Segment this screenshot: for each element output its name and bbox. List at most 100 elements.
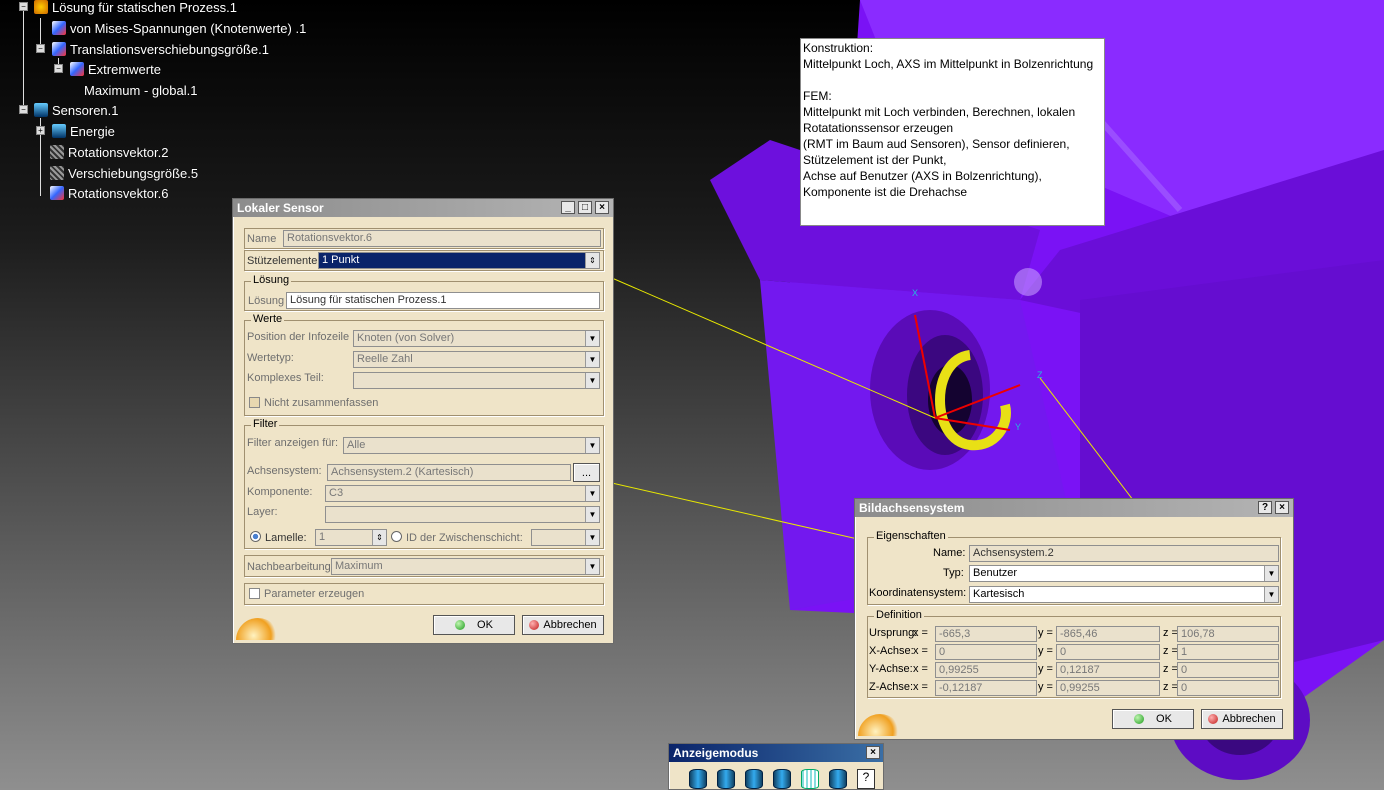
image-icon (52, 21, 66, 35)
tree-item-maximum[interactable]: Maximum - global.1 (84, 81, 197, 99)
axis-system-button[interactable]: ... (573, 463, 600, 482)
z-value-field[interactable]: 0 (1177, 662, 1279, 678)
z-label: z = (1163, 663, 1178, 675)
wireframe-icon[interactable] (801, 769, 819, 789)
annotation-note: Konstruktion: Mittelpunkt Loch, AXS im M… (800, 38, 1105, 226)
no-combine-checkbox[interactable] (249, 397, 260, 408)
layer-select[interactable]: ▼ (325, 506, 600, 523)
ok-button[interactable]: OK (1112, 709, 1194, 729)
solution-field[interactable]: Lösung für statischen Prozess.1 (286, 292, 600, 309)
close-button[interactable]: × (595, 201, 609, 214)
close-button[interactable]: × (1275, 501, 1289, 514)
shading-icon[interactable] (689, 769, 707, 789)
chevron-down-icon[interactable]: ▼ (585, 507, 599, 522)
collapse-toggle[interactable]: − (19, 2, 28, 11)
spinner-icon[interactable]: ⇕ (585, 253, 599, 268)
tree-item-displacement5[interactable]: Verschiebungsgröße.5 (50, 164, 198, 182)
shading-edges-icon[interactable] (717, 769, 735, 789)
chevron-down-icon[interactable]: ▼ (585, 486, 599, 501)
chevron-down-icon[interactable]: ▼ (585, 373, 599, 388)
y-label: y = (1038, 681, 1053, 693)
axis-system-dialog: Bildachsensystem ? × Eigenschaften Name:… (854, 498, 1294, 740)
postprocessing-select[interactable]: Maximum ▼ (331, 558, 600, 575)
chevron-down-icon[interactable]: ▼ (1264, 587, 1278, 602)
dialog-title-bar[interactable]: Bildachsensystem ? × (855, 499, 1293, 517)
sensor-icon (50, 186, 64, 200)
x-value-field[interactable]: 0 (935, 644, 1037, 660)
chevron-down-icon[interactable]: ▼ (585, 530, 599, 545)
x-value-field[interactable]: 0,99255 (935, 662, 1037, 678)
hidden-line-icon[interactable] (829, 769, 847, 789)
lamella-stepper[interactable]: 1 ⇕ (315, 529, 387, 546)
y-value-field[interactable]: 0 (1056, 644, 1160, 660)
axis-row-label: Y-Achse: (869, 663, 913, 675)
tree-item-rotation6[interactable]: Rotationsvektor.6 (50, 184, 168, 202)
maximize-button[interactable]: □ (578, 201, 592, 214)
z-value-field[interactable]: 106,78 (1177, 626, 1279, 642)
shading-material-icon[interactable] (773, 769, 791, 789)
z-value-field[interactable]: 1 (1177, 644, 1279, 660)
layer-id-radio[interactable] (391, 531, 402, 542)
display-mode-toolbar: Anzeigemodus × ? (668, 743, 884, 790)
collapse-toggle[interactable]: − (36, 44, 45, 53)
svg-text:Y: Y (1015, 422, 1021, 432)
axis-row-label: Ursprung: (869, 627, 918, 639)
ok-button[interactable]: OK (433, 615, 515, 635)
axis-name-field[interactable]: Achsensystem.2 (969, 545, 1279, 562)
collapse-toggle[interactable]: − (19, 105, 28, 114)
tree-item-solution[interactable]: Lösung für statischen Prozess.1 (34, 0, 237, 16)
layer-id-select[interactable]: ▼ (531, 529, 600, 546)
y-value-field[interactable]: 0,12187 (1056, 662, 1160, 678)
component-select[interactable]: C3 ▼ (325, 485, 600, 502)
custom-view-icon[interactable]: ? (857, 769, 875, 789)
chevron-down-icon[interactable]: ▼ (585, 438, 599, 453)
x-label: x = (913, 663, 928, 675)
tree-item-translation[interactable]: Translationsverschiebungsgröße.1 (52, 40, 269, 58)
collapse-toggle[interactable]: − (54, 64, 63, 73)
value-type-select[interactable]: Reelle Zahl ▼ (353, 351, 600, 368)
infoline-position-select[interactable]: Knoten (von Solver) ▼ (353, 330, 600, 347)
axis-type-select[interactable]: Benutzer ▼ (969, 565, 1279, 582)
tree-item-extremes[interactable]: Extremwerte (70, 60, 161, 78)
lamella-radio[interactable] (250, 531, 261, 542)
toolbar-title-bar[interactable]: Anzeigemodus × (669, 744, 883, 762)
chevron-down-icon[interactable]: ▼ (585, 352, 599, 367)
complex-part-select[interactable]: ▼ (353, 372, 600, 389)
y-label: y = (1038, 645, 1053, 657)
tree-item-energy[interactable]: Energie (52, 122, 115, 140)
coordinate-system-select[interactable]: Kartesisch ▼ (969, 586, 1279, 603)
ok-icon (455, 620, 466, 630)
cancel-button[interactable]: Abbrechen (1201, 709, 1283, 729)
x-label: x = (913, 627, 928, 639)
name-field[interactable]: Rotationsvektor.6 (283, 230, 601, 247)
y-label: y = (1038, 663, 1053, 675)
cancel-button[interactable]: Abbrechen (522, 615, 604, 635)
x-label: x = (913, 681, 928, 693)
stepper-icon[interactable]: ⇕ (372, 530, 386, 545)
minimize-button[interactable]: _ (561, 201, 575, 214)
y-value-field[interactable]: 0,99255 (1056, 680, 1160, 696)
sensor-icon (50, 145, 64, 159)
chevron-down-icon[interactable]: ▼ (1264, 566, 1278, 581)
image-icon (52, 42, 66, 56)
y-value-field[interactable]: -865,46 (1056, 626, 1160, 642)
tree-item-mises[interactable]: von Mises-Spannungen (Knotenwerte) .1 (52, 19, 306, 37)
x-value-field[interactable]: -0,12187 (935, 680, 1037, 696)
shading-hidden-edges-icon[interactable] (745, 769, 763, 789)
z-value-field[interactable]: 0 (1177, 680, 1279, 696)
chevron-down-icon[interactable]: ▼ (585, 559, 599, 574)
create-parameter-checkbox[interactable] (249, 588, 260, 599)
expand-toggle[interactable]: + (36, 126, 45, 135)
x-value-field[interactable]: -665,3 (935, 626, 1037, 642)
chevron-down-icon[interactable]: ▼ (585, 331, 599, 346)
tree-item-sensors[interactable]: Sensoren.1 (34, 101, 119, 119)
dialog-title-bar[interactable]: Lokaler Sensor _ □ × (233, 199, 613, 217)
axis-row-label: Z-Achse: (869, 681, 914, 693)
tree-item-rotation2[interactable]: Rotationsvektor.2 (50, 143, 168, 161)
support-elements-field[interactable]: 1 Punkt ⇕ (318, 252, 600, 269)
filter-select[interactable]: Alle ▼ (343, 437, 600, 454)
help-button[interactable]: ? (1258, 501, 1272, 514)
close-button[interactable]: × (866, 746, 880, 759)
z-label: z = (1163, 645, 1178, 657)
axis-system-field[interactable]: Achsensystem.2 (Kartesisch) (327, 464, 571, 481)
